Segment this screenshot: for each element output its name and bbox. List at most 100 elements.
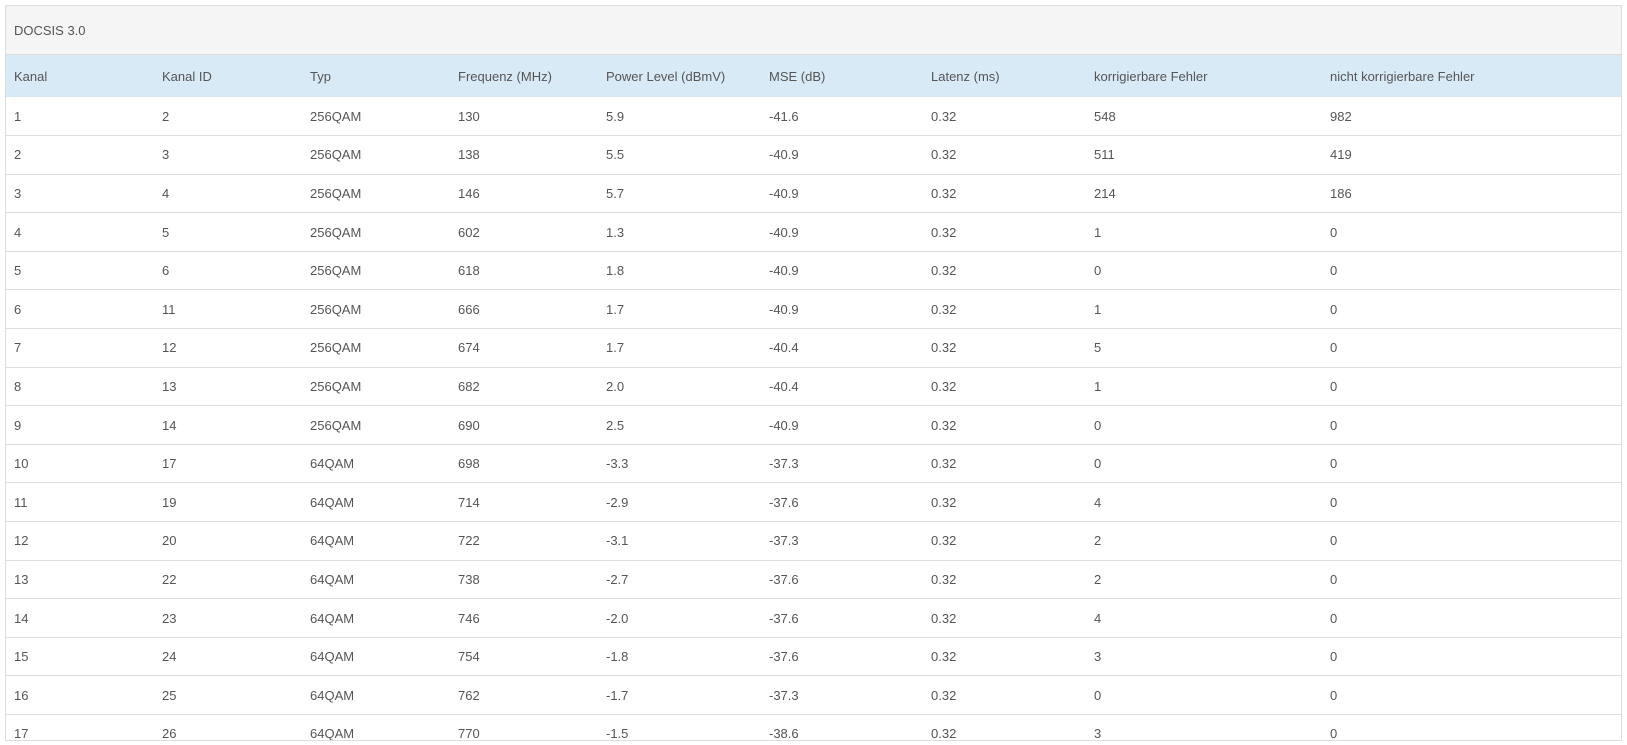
cell-korrigierbare-fehler: 1: [1094, 224, 1102, 240]
cell-nicht-korrigierbare-fehler: 186: [1330, 185, 1352, 201]
cell-power-level: -3.1: [606, 533, 629, 549]
cell-frequenz: 674: [458, 340, 480, 356]
cell-kanal-id: 24: [162, 649, 177, 665]
cell-latenz: 0.32: [931, 417, 957, 433]
cell-power-level: -1.5: [606, 726, 629, 741]
cell-frequenz: 754: [458, 649, 480, 665]
cell-power-level: 5.9: [606, 108, 625, 124]
cell-frequenz: 666: [458, 301, 480, 317]
cell-latenz: 0.32: [931, 687, 957, 703]
cell-frequenz: 698: [458, 456, 480, 472]
cell-frequenz: 618: [458, 263, 480, 279]
cell-typ: 256QAM: [310, 108, 362, 124]
cell-typ: 64QAM: [310, 494, 355, 510]
cell-mse: -40.4: [769, 378, 799, 394]
cell-kanal-id: 14: [162, 417, 177, 433]
cell-power-level: -2.7: [606, 571, 629, 587]
cell-power-level: 5.5: [606, 147, 625, 163]
column-header-mse: MSE (dB): [769, 68, 826, 84]
cell-korrigierbare-fehler: 3: [1094, 726, 1102, 741]
cell-kanal: 10: [14, 456, 29, 472]
column-header-kanal: Kanal: [14, 68, 48, 84]
cell-kanal-id: 11: [162, 301, 176, 317]
cell-frequenz: 146: [458, 185, 480, 201]
cell-nicht-korrigierbare-fehler: 0: [1330, 687, 1338, 703]
cell-kanal-id: 12: [162, 340, 177, 356]
docsis-panel: DOCSIS 3.0 Kanal Kanal ID Typ Frequenz (MHz…: [5, 5, 1622, 741]
cell-latenz: 0.32: [931, 456, 957, 472]
cell-power-level: 2.0: [606, 378, 625, 394]
cell-mse: -38.6: [769, 726, 799, 741]
cell-kanal-id: 13: [162, 378, 177, 394]
cell-kanal-id: 17: [162, 456, 177, 472]
cell-nicht-korrigierbare-fehler: 0: [1330, 340, 1338, 356]
column-header-power-level: Power Level (dBmV): [606, 68, 726, 84]
table-row: 12 20 64QAM 722 -3.1 -37.3 0.32 2 0: [6, 522, 1621, 561]
table-row: 17 26 64QAM 770 -1.5 -38.6 0.32 3 0: [6, 715, 1621, 741]
cell-nicht-korrigierbare-fehler: 982: [1330, 108, 1352, 124]
table-row: 14 23 64QAM 746 -2.0 -37.6 0.32 4 0: [6, 599, 1621, 638]
cell-mse: -37.3: [769, 533, 799, 549]
cell-typ: 64QAM: [310, 533, 355, 549]
cell-typ: 64QAM: [310, 610, 355, 626]
cell-power-level: -2.0: [606, 610, 629, 626]
cell-nicht-korrigierbare-fehler: 419: [1330, 147, 1352, 163]
cell-latenz: 0.32: [931, 263, 957, 279]
cell-latenz: 0.32: [931, 340, 957, 356]
cell-nicht-korrigierbare-fehler: 0: [1330, 417, 1338, 433]
cell-latenz: 0.32: [931, 108, 957, 124]
panel-title: DOCSIS 3.0: [6, 6, 1621, 55]
cell-kanal: 15: [14, 649, 29, 665]
cell-nicht-korrigierbare-fehler: 0: [1330, 571, 1338, 587]
cell-kanal: 12: [14, 533, 29, 549]
cell-latenz: 0.32: [931, 533, 957, 549]
cell-korrigierbare-fehler: 2: [1094, 533, 1102, 549]
cell-mse: -40.9: [769, 417, 799, 433]
cell-frequenz: 130: [458, 108, 480, 124]
cell-latenz: 0.32: [931, 378, 957, 394]
cell-typ: 64QAM: [310, 687, 355, 703]
table-row: 6 11 256QAM 666 1.7 -40.9 0.32 1 0: [6, 290, 1621, 329]
cell-typ: 256QAM: [310, 224, 362, 240]
cell-power-level: 5.7: [606, 185, 625, 201]
table-row: 4 5 256QAM 602 1.3 -40.9 0.32 1 0: [6, 213, 1621, 252]
cell-korrigierbare-fehler: 1: [1094, 301, 1102, 317]
cell-mse: -40.9: [769, 301, 799, 317]
cell-kanal-id: 25: [162, 687, 177, 703]
cell-kanal: 5: [14, 263, 22, 279]
cell-nicht-korrigierbare-fehler: 0: [1330, 649, 1338, 665]
cell-kanal: 3: [14, 185, 22, 201]
cell-nicht-korrigierbare-fehler: 0: [1330, 456, 1338, 472]
table-row: 8 13 256QAM 682 2.0 -40.4 0.32 1 0: [6, 367, 1621, 406]
cell-latenz: 0.32: [931, 224, 957, 240]
cell-nicht-korrigierbare-fehler: 0: [1330, 610, 1338, 626]
cell-mse: -40.9: [769, 147, 799, 163]
cell-kanal-id: 5: [162, 224, 170, 240]
table-row: 15 24 64QAM 754 -1.8 -37.6 0.32 3 0: [6, 637, 1621, 676]
cell-frequenz: 770: [458, 726, 480, 741]
cell-frequenz: 738: [458, 571, 480, 587]
cell-nicht-korrigierbare-fehler: 0: [1330, 533, 1338, 549]
cell-korrigierbare-fehler: 214: [1094, 185, 1116, 201]
cell-kanal-id: 26: [162, 726, 177, 741]
cell-kanal: 16: [14, 687, 29, 703]
cell-mse: -40.9: [769, 263, 799, 279]
cell-power-level: 1.3: [606, 224, 625, 240]
column-header-kanal-id: Kanal ID: [162, 68, 212, 84]
cell-korrigierbare-fehler: 0: [1094, 687, 1102, 703]
cell-latenz: 0.32: [931, 147, 957, 163]
table-header-row: Kanal Kanal ID Typ Frequenz (MHz) Power Leve…: [6, 55, 1621, 97]
table-row: 2 3 256QAM 138 5.5 -40.9 0.32 511 419: [6, 136, 1621, 175]
cell-nicht-korrigierbare-fehler: 0: [1330, 263, 1338, 279]
cell-korrigierbare-fehler: 0: [1094, 456, 1102, 472]
table-row: 7 12 256QAM 674 1.7 -40.4 0.32 5 0: [6, 329, 1621, 368]
channel-table: Kanal Kanal ID Typ Frequenz (MHz) Power Leve…: [6, 55, 1621, 741]
cell-typ: 256QAM: [310, 378, 362, 394]
table-row: 16 25 64QAM 762 -1.7 -37.3 0.32 0 0: [6, 676, 1621, 715]
cell-korrigierbare-fehler: 511: [1094, 147, 1115, 163]
cell-power-level: 1.7: [606, 301, 625, 317]
cell-mse: -37.6: [769, 610, 799, 626]
cell-korrigierbare-fehler: 1: [1094, 378, 1102, 394]
cell-typ: 256QAM: [310, 301, 362, 317]
cell-kanal: 7: [14, 340, 22, 356]
